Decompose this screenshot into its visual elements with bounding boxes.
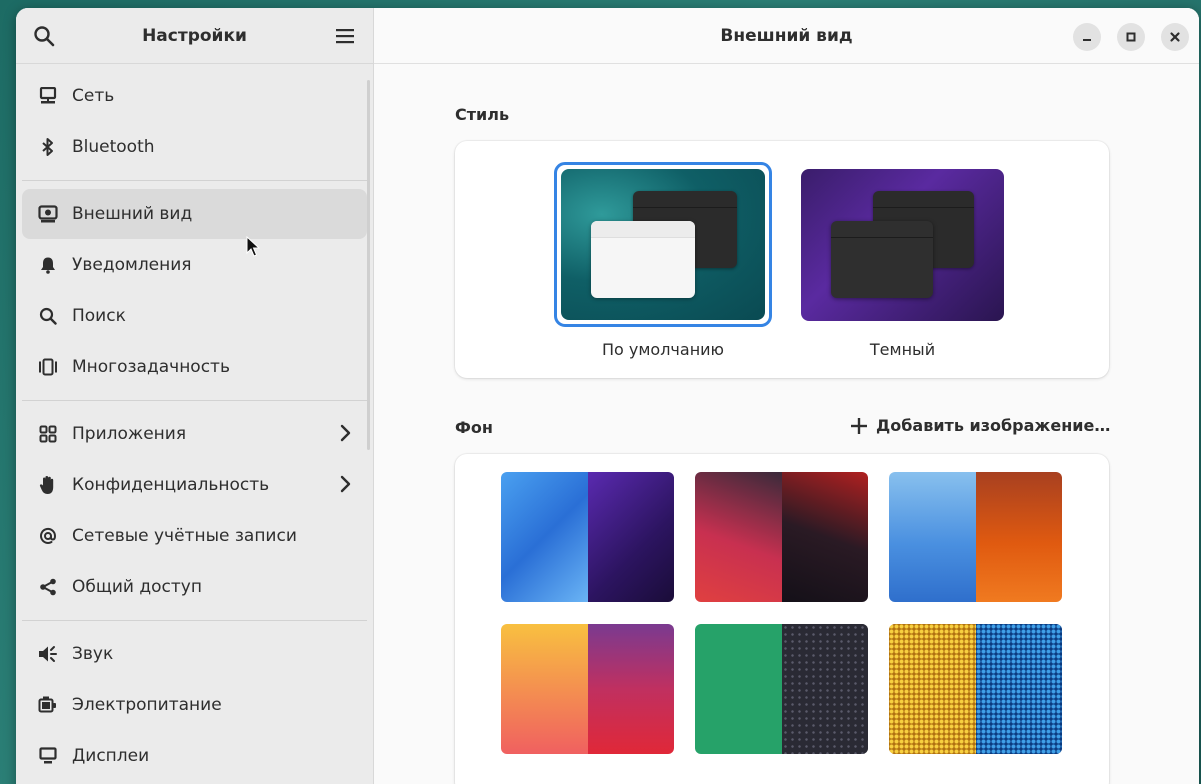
- search-icon: [38, 306, 58, 326]
- sidebar-item-label: Bluetooth: [72, 137, 155, 157]
- bell-icon: [38, 255, 58, 275]
- sidebar-item-label: Сетевые учётные записи: [72, 526, 297, 546]
- sidebar-item-label: Поиск: [72, 306, 126, 326]
- sidebar-item-label: Сеть: [72, 86, 115, 106]
- sidebar-item-label: Дисплеи: [72, 746, 150, 766]
- light-window-preview: [591, 221, 695, 298]
- main-pane: Внешний вид Стиль По умолчанию Темный Фо…: [374, 8, 1199, 784]
- at-icon: [38, 526, 58, 546]
- page-title: Внешний вид: [720, 25, 853, 46]
- chevron-right-icon: [339, 424, 351, 447]
- sidebar-item-appearance[interactable]: Внешний вид: [22, 189, 367, 239]
- sidebar-item-privacy[interactable]: Конфиденциальность: [22, 460, 367, 510]
- hand-icon: [38, 475, 58, 495]
- share-icon: [38, 577, 58, 597]
- wallpaper-thumbnail[interactable]: [889, 624, 1062, 754]
- wallpaper-thumbnail[interactable]: [889, 472, 1062, 602]
- window-controls: [1073, 23, 1189, 51]
- style-dark-caption: Темный: [869, 340, 936, 359]
- display-icon: [38, 746, 58, 766]
- hamburger-icon: [336, 28, 354, 43]
- sidebar-header: Настройки: [16, 8, 373, 64]
- bluetooth-icon: [38, 137, 58, 157]
- maximize-icon: [1126, 32, 1136, 42]
- sidebar-item-sharing[interactable]: Общий доступ: [22, 562, 367, 612]
- sidebar-divider: [22, 620, 367, 621]
- sidebar-item-label: Электропитание: [72, 695, 222, 715]
- power-icon: [38, 695, 58, 715]
- sidebar-item-apps[interactable]: Приложения: [22, 409, 367, 459]
- style-default-caption: По умолчанию: [601, 340, 725, 359]
- apps-icon: [38, 424, 58, 444]
- sidebar-item-label: Конфиденциальность: [72, 475, 270, 495]
- sidebar-item-label: Звук: [72, 644, 114, 664]
- wallpaper-thumbnail[interactable]: [695, 624, 868, 754]
- close-icon: [1170, 32, 1180, 42]
- add-image-button[interactable]: Добавить изображение…: [850, 416, 1110, 435]
- mouse-cursor-icon: [246, 236, 260, 257]
- minimize-icon: [1083, 39, 1091, 41]
- main-header: Внешний вид: [374, 8, 1199, 64]
- minimize-button[interactable]: [1073, 23, 1101, 51]
- background-card: [455, 454, 1109, 784]
- sidebar-item-label: Внешний вид: [72, 204, 193, 224]
- sidebar-item-displays[interactable]: Дисплеи: [22, 731, 367, 781]
- sidebar-item-online-accounts[interactable]: Сетевые учётные записи: [22, 511, 367, 561]
- sidebar-item-label: Общий доступ: [72, 577, 202, 597]
- sidebar-item-bluetooth[interactable]: Bluetooth: [22, 122, 367, 172]
- settings-window: Настройки Сеть Bluetooth Внешний вид Уве…: [16, 8, 1199, 784]
- sidebar-item-power[interactable]: Электропитание: [22, 680, 367, 730]
- sidebar-divider: [22, 180, 367, 181]
- add-image-label: Добавить изображение…: [876, 416, 1111, 435]
- sidebar-item-label: Многозадачность: [72, 357, 230, 377]
- sidebar-scrollbar[interactable]: [367, 80, 370, 450]
- background-section-label: Фон: [455, 418, 493, 437]
- default-style-preview: [561, 169, 765, 320]
- style-option-default[interactable]: [554, 162, 772, 327]
- multitasking-icon: [38, 357, 58, 377]
- sidebar-item-label: Приложения: [72, 424, 187, 444]
- style-option-dark[interactable]: [801, 169, 1004, 321]
- sidebar-item-multitasking[interactable]: Многозадачность: [22, 342, 367, 392]
- sidebar-divider: [22, 400, 367, 401]
- dark-window-preview-front: [831, 221, 933, 298]
- style-section-label: Стиль: [455, 105, 510, 124]
- sidebar-item-notifications[interactable]: Уведомления: [22, 240, 367, 290]
- sidebar-item-network[interactable]: Сеть: [22, 71, 367, 121]
- sidebar-item-sound[interactable]: Звук: [22, 629, 367, 679]
- sidebar-list: Сеть Bluetooth Внешний вид Уведомления П…: [16, 64, 373, 781]
- close-button[interactable]: [1161, 23, 1189, 51]
- sidebar-item-label: Уведомления: [72, 255, 192, 275]
- wallpaper-thumbnail[interactable]: [695, 472, 868, 602]
- appearance-icon: [38, 204, 58, 224]
- search-icon: [34, 25, 55, 46]
- plus-icon: [851, 417, 867, 434]
- sidebar-item-search[interactable]: Поиск: [22, 291, 367, 341]
- maximize-button[interactable]: [1117, 23, 1145, 51]
- style-card: По умолчанию Темный: [455, 141, 1109, 378]
- network-icon: [38, 86, 58, 106]
- menu-button[interactable]: [331, 22, 359, 50]
- sidebar: Настройки Сеть Bluetooth Внешний вид Уве…: [16, 8, 374, 784]
- wallpaper-thumbnail[interactable]: [501, 472, 674, 602]
- search-button[interactable]: [30, 22, 58, 50]
- wallpaper-thumbnail[interactable]: [501, 624, 674, 754]
- speaker-icon: [38, 644, 58, 664]
- chevron-right-icon: [339, 475, 351, 498]
- sidebar-title: Настройки: [142, 25, 247, 46]
